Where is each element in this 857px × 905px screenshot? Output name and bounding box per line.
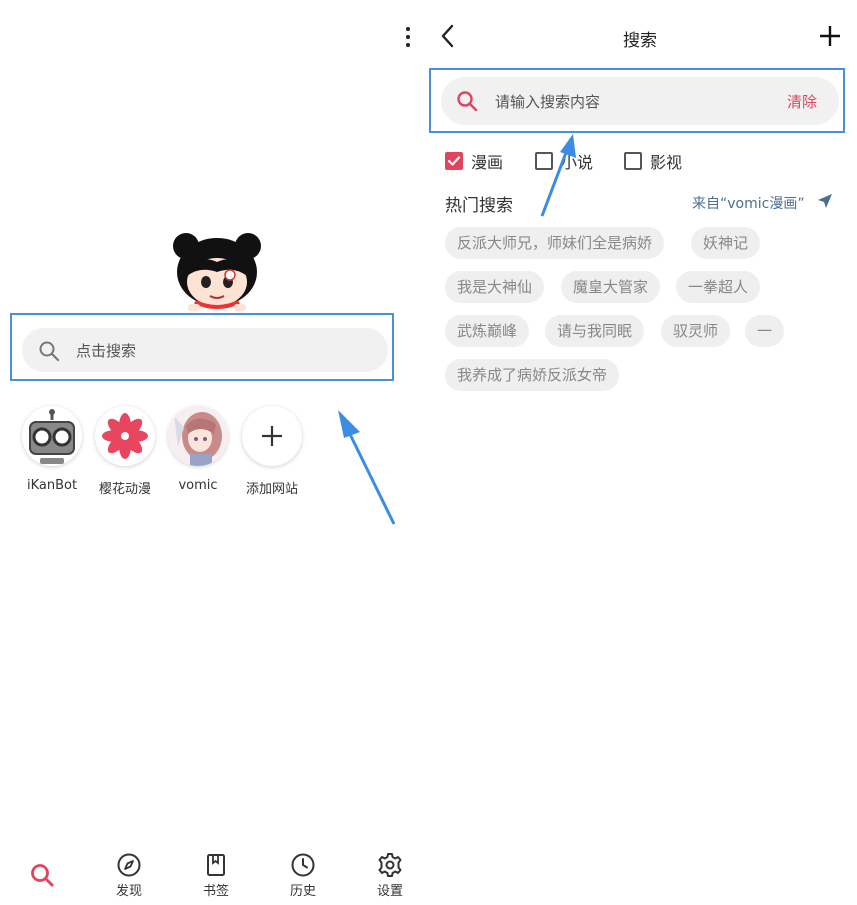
annotation-arrow-left	[338, 410, 396, 525]
annotation-arrows	[338, 134, 576, 525]
annotation-arrow-right	[540, 134, 576, 217]
